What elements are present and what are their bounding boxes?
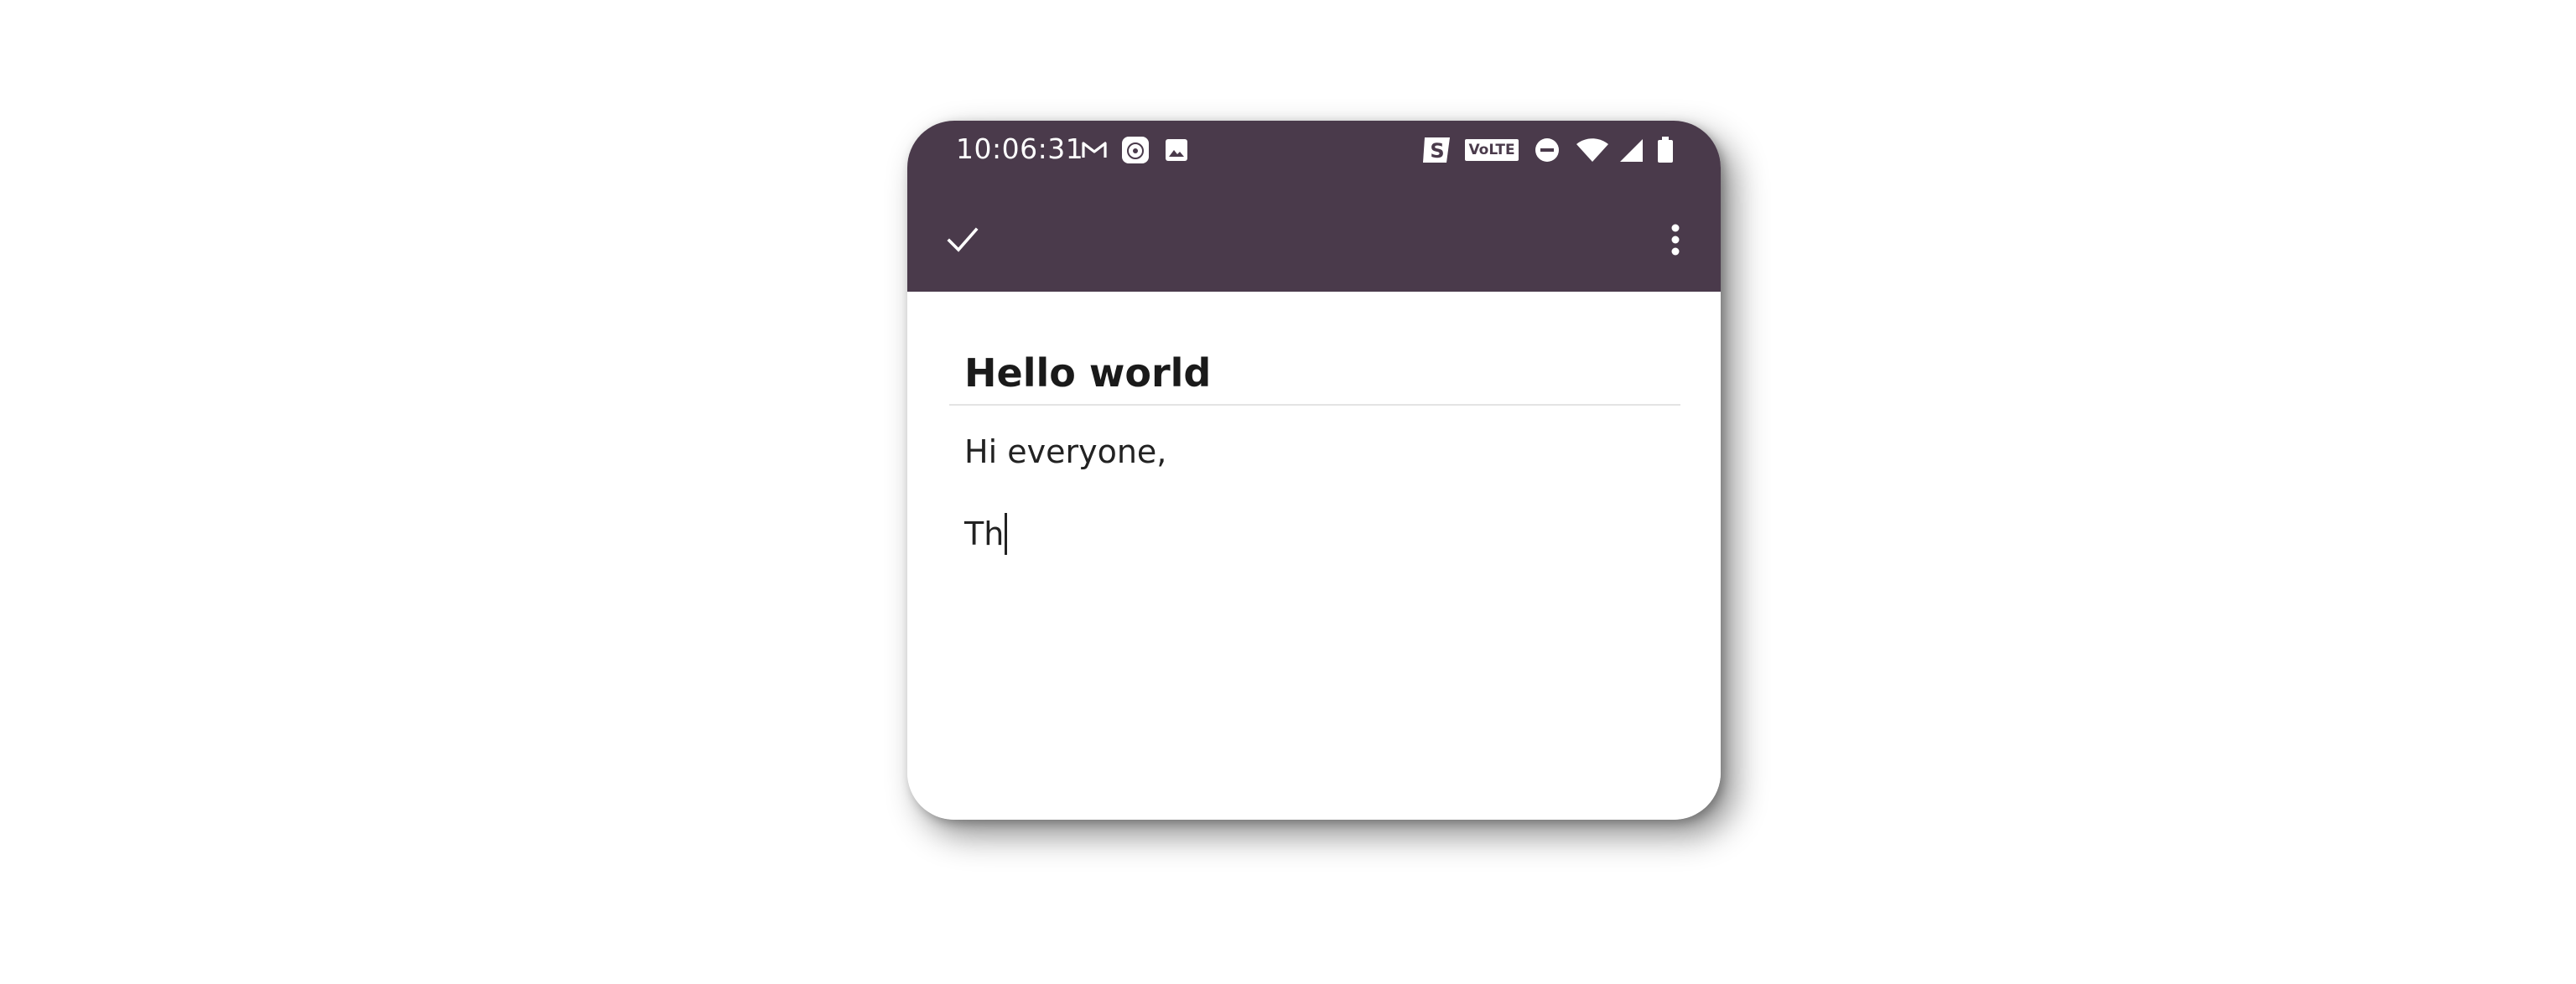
camera-app-icon [1120,136,1150,164]
note-body-line-text: Hi everyone, [964,433,1167,470]
image-icon [1164,136,1189,164]
note-body-line: Th [964,513,1677,555]
note-title: Hello world [964,350,1212,396]
text-cursor [1005,513,1008,555]
cell-signal-icon [1617,136,1645,164]
do-not-disturb-icon [1533,136,1561,164]
svg-text:S: S [1430,139,1444,163]
note-editor: Hello world Hi everyone, Th [907,292,1721,820]
note-body-field[interactable]: Hi everyone, Th [964,432,1677,785]
battery-icon [1655,136,1675,164]
wifi-icon [1575,136,1610,164]
note-title-field[interactable]: Hello world [949,349,1680,406]
more-vert-icon [1671,224,1680,256]
volte-label: VoLTE [1465,139,1519,161]
status-bar: 10:06:31 S VoLTE [907,121,1721,193]
gmail-icon [1080,136,1109,164]
volte-icon: VoLTE [1465,136,1519,164]
note-body-line: Hi everyone, [964,432,1677,471]
check-icon [947,227,979,252]
save-note-button[interactable] [936,213,989,267]
status-time: 10:06:31 [956,132,1084,165]
overflow-menu-button[interactable] [1649,213,1702,267]
note-body-line-text: Th [964,515,1005,552]
phone-screen: 10:06:31 S VoLTE Hello world Hi everyone… [907,121,1721,820]
s-app-icon: S [1420,136,1454,164]
editor-toolbar [907,193,1721,292]
